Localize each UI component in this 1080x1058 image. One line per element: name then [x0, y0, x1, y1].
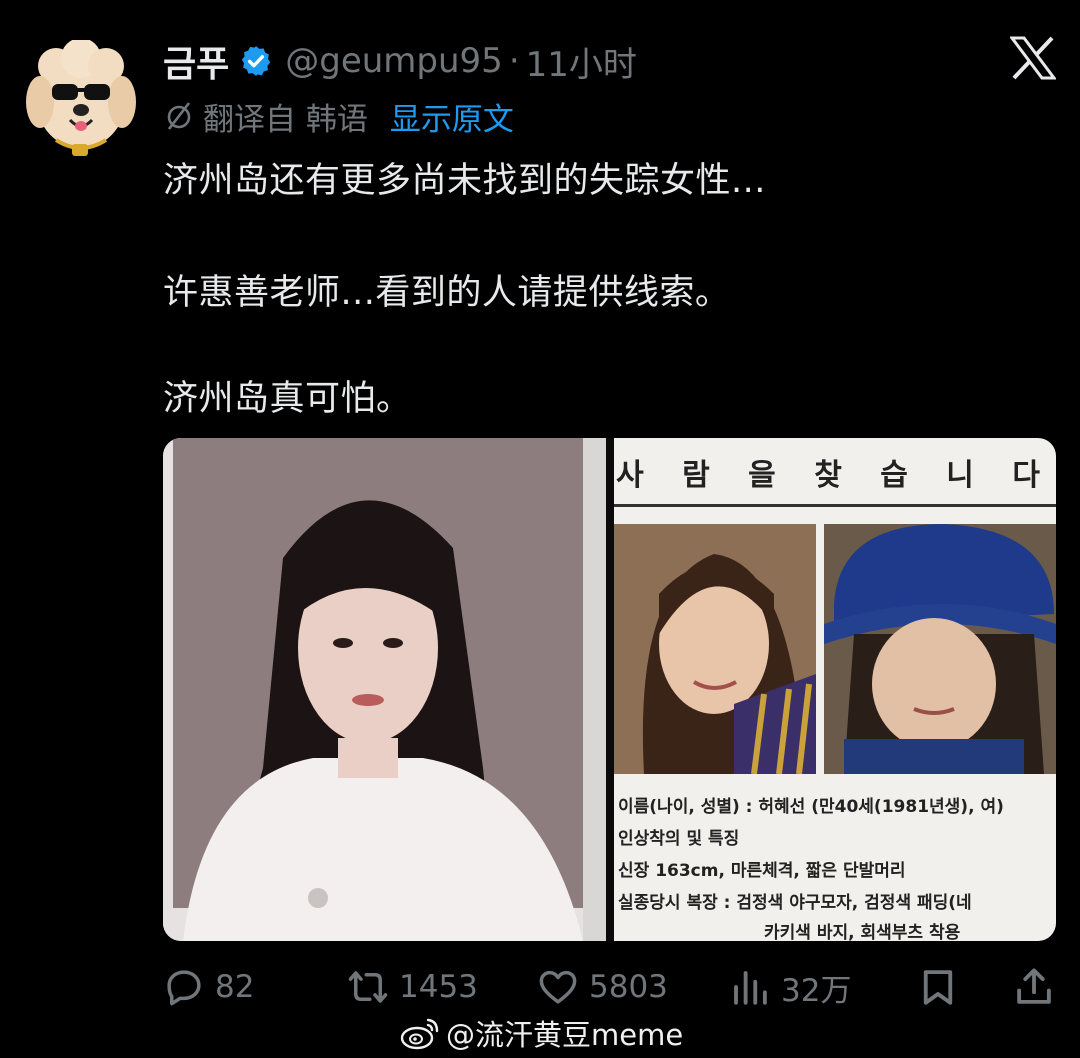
missing-person-poster[interactable]: 사 람 을 찾 습 니 다 이름(나이, 성별) : 허혜선 (만40세(198…: [614, 438, 1056, 941]
poster-divider: [614, 504, 1056, 507]
poster-info-clothing-cont: 카키색 바지, 회색부츠 착용: [764, 923, 961, 941]
views-count: 32万: [781, 972, 852, 1009]
separator-dot: ·: [508, 41, 520, 81]
poster-info-clothing: 실종당시 복장 : 검정색 야구모자, 검정색 패딩(네: [618, 893, 972, 913]
tweet-media[interactable]: 사 람 을 찾 습 니 다 이름(나이, 성별) : 허혜선 (만40세(198…: [163, 438, 1056, 941]
like-button[interactable]: 5803: [537, 960, 668, 1014]
poster-title: 사 람 을 찾 습 니 다: [616, 458, 1054, 493]
poster-photos: [614, 524, 1056, 774]
translation-label: 翻译自 韩语: [203, 101, 368, 138]
watermark-text: @流汗黄豆meme: [446, 1018, 684, 1052]
tweet-header: 금푸 @geumpu95 · 11小时: [163, 36, 637, 86]
poster-info-heading: 인상착의 및 특징: [618, 829, 740, 849]
views-chart-icon: [734, 971, 767, 1005]
heart-icon: [539, 970, 577, 1004]
tweet-actions-bar: 82 1453 5803 32万: [163, 960, 1056, 1014]
weibo-icon: [400, 1018, 439, 1050]
avatar[interactable]: [26, 40, 136, 160]
translate-icon: [167, 102, 191, 130]
bookmark-icon: [923, 970, 953, 1005]
image-divider: [606, 438, 614, 941]
verified-badge-icon: [242, 46, 271, 76]
weibo-watermark: @流汗黄豆meme: [400, 1012, 683, 1054]
retweet-icon: [348, 971, 388, 1003]
translation-row: 翻译自 韩语 显示原文: [163, 94, 514, 138]
tweet-card: 금푸 @geumpu95 · 11小时 翻译自 韩语 显示原文 济州岛还有更多尚…: [0, 0, 1080, 1058]
author-display-name[interactable]: 금푸: [163, 35, 229, 87]
share-button[interactable]: [1013, 960, 1055, 1014]
reply-icon: [167, 970, 201, 1006]
portrait-photo[interactable]: [163, 438, 606, 941]
tweet-text-line-3: 济州岛真可怕。: [163, 379, 412, 419]
bookmark-button[interactable]: [917, 960, 959, 1014]
reply-count: 82: [215, 969, 255, 1005]
retweet-button[interactable]: 1453: [347, 960, 478, 1014]
reply-button[interactable]: 82: [163, 960, 254, 1014]
show-original-link[interactable]: 显示原文: [390, 94, 514, 139]
tweet-text-line-2: 许惠善老师...看到的人请提供线索。: [163, 273, 731, 313]
like-count: 5803: [589, 969, 668, 1005]
tweet-timestamp[interactable]: 11小时: [526, 37, 637, 86]
views-button[interactable]: 32万: [729, 960, 851, 1014]
poster-info-name: 이름(나이, 성별) : 허혜선 (만40세(1981년생), 여): [618, 797, 1004, 817]
author-handle[interactable]: @geumpu95: [285, 41, 503, 81]
poster-info-features: 신장 163cm, 마른체격, 짧은 단발머리: [618, 861, 906, 881]
x-logo-icon: [1010, 36, 1056, 80]
tweet-text-line-1: 济州岛还有更多尚未找到的失踪女性...: [163, 161, 766, 201]
share-icon: [1017, 968, 1051, 1004]
retweet-count: 1453: [399, 969, 478, 1005]
